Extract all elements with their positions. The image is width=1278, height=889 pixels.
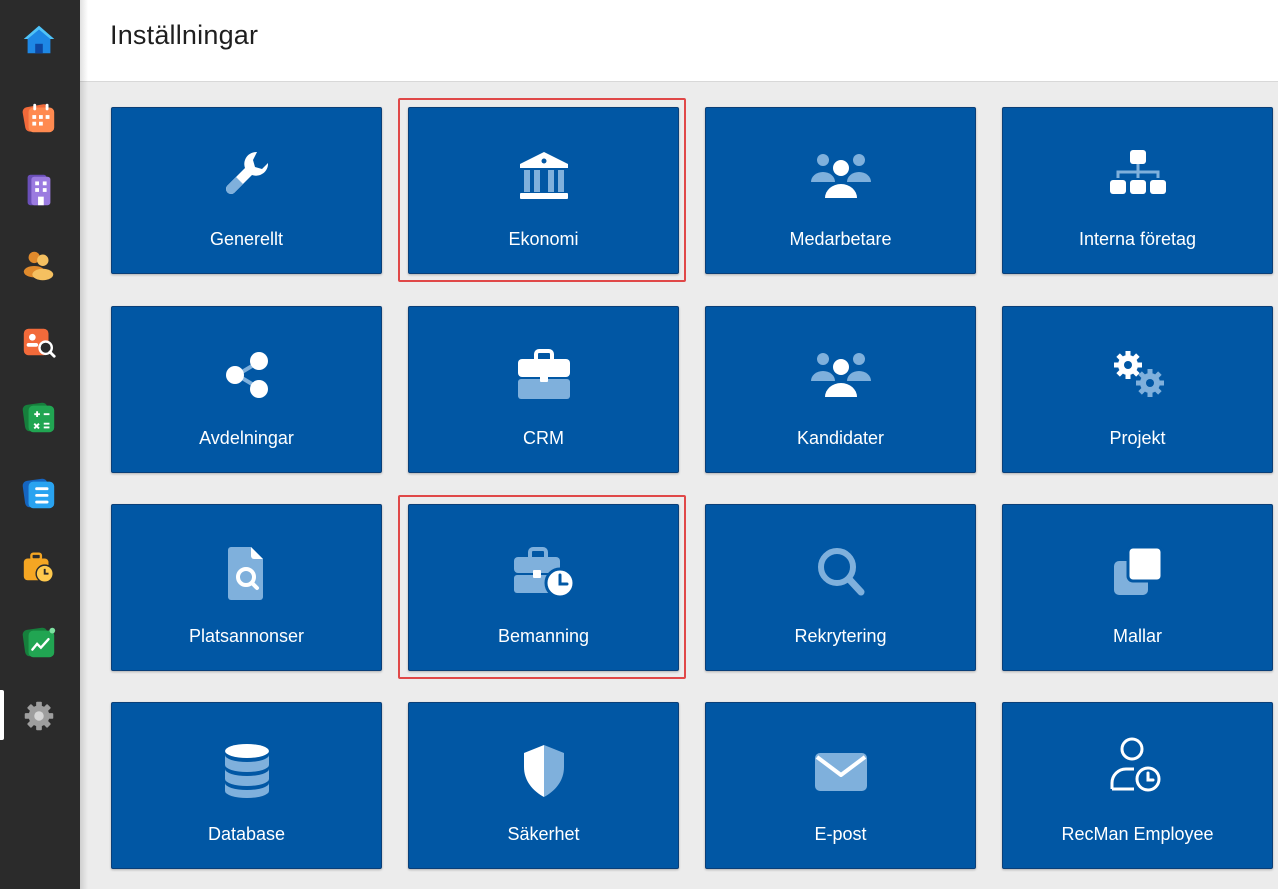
tile-sakerhet[interactable]: Säkerhet: [408, 702, 679, 869]
user-clock-icon: [1110, 737, 1160, 792]
sidebar: [0, 0, 80, 889]
sidebar-item-home[interactable]: [18, 19, 60, 61]
page-header: Inställningar: [80, 0, 1278, 82]
settings-icon: [24, 701, 54, 731]
tile-generellt[interactable]: Generellt: [111, 107, 382, 274]
tile-e-post[interactable]: E-post: [705, 702, 976, 869]
sidebar-shadow: [80, 0, 88, 889]
share-icon: [225, 352, 268, 398]
tile-projekt[interactable]: Projekt: [1002, 306, 1273, 473]
candidate-search-icon: [23, 328, 56, 358]
shield-icon: [523, 745, 564, 797]
tile-label: Säkerhet: [507, 824, 580, 844]
users-icon: [23, 251, 54, 281]
tile-database[interactable]: Database: [111, 702, 382, 869]
sidebar-item-companies[interactable]: [18, 169, 60, 211]
clone-icon: [1113, 545, 1163, 595]
tile-label: Mallar: [1112, 626, 1162, 646]
tile-mallar[interactable]: Mallar: [1002, 504, 1273, 671]
tile-label: CRM: [523, 428, 564, 448]
tile-kandidater[interactable]: Kandidater: [705, 306, 976, 473]
tile-label: Medarbetare: [789, 229, 892, 249]
sidebar-item-contacts[interactable]: [18, 244, 60, 286]
sidebar-item-calendar[interactable]: [18, 96, 60, 138]
page-title: Inställningar: [110, 20, 259, 50]
tile-label: Ekonomi: [508, 229, 579, 249]
tile-label: Rekrytering: [794, 626, 887, 646]
database-icon: [224, 744, 269, 798]
tile-label: Avdelningar: [199, 428, 294, 448]
group-icon: [810, 154, 871, 198]
group-icon: [810, 353, 871, 397]
list-icon: [22, 478, 55, 509]
tile-medarbetare[interactable]: Medarbetare: [705, 107, 976, 274]
sidebar-item-candidates[interactable]: [18, 321, 60, 363]
chart-icon: [22, 627, 56, 658]
tile-label: E-post: [814, 824, 867, 844]
tile-label: Kandidater: [796, 428, 885, 448]
briefcase-clock-icon: [513, 547, 575, 599]
file-search-icon: [227, 547, 263, 600]
home-icon: [23, 25, 55, 54]
briefcase-clock-icon: [23, 552, 54, 583]
tile-label: Generellt: [209, 229, 284, 249]
sidebar-item-reports[interactable]: [18, 621, 60, 663]
calculator-icon: [22, 402, 55, 433]
sitemap-icon: [1109, 150, 1166, 194]
tile-ekonomi[interactable]: Ekonomi: [408, 107, 679, 274]
tile-label: Bemanning: [497, 626, 590, 646]
envelope-icon: [814, 753, 867, 791]
tile-recman-employee[interactable]: RecMan Employee: [1002, 702, 1273, 869]
gears-icon: [1113, 351, 1164, 397]
sidebar-item-staffing[interactable]: [18, 546, 60, 588]
building-icon: [27, 174, 51, 206]
tile-label: Interna företag: [1078, 229, 1197, 249]
magnifier-icon: [817, 548, 864, 596]
sidebar-item-economy[interactable]: [18, 396, 60, 438]
sidebar-item-settings[interactable]: [18, 694, 60, 736]
tile-label: Projekt: [1109, 428, 1166, 448]
tile-label: RecMan Employee: [1061, 824, 1214, 844]
tile-bemanning[interactable]: Bemanning: [408, 504, 679, 671]
tile-rekrytering[interactable]: Rekrytering: [705, 504, 976, 671]
tile-label: Platsannonser: [188, 626, 305, 646]
tile-crm[interactable]: CRM: [408, 306, 679, 473]
wrench-icon: [225, 151, 268, 195]
tile-label: Database: [207, 824, 286, 844]
sidebar-item-lists[interactable]: [18, 472, 60, 514]
briefcase-icon: [517, 349, 570, 399]
calendar-icon: [22, 103, 55, 133]
tile-avdelningar[interactable]: Avdelningar: [111, 306, 382, 473]
bank-icon: [519, 152, 568, 199]
tile-platsannonser[interactable]: Platsannonser: [111, 504, 382, 671]
sidebar-active-marker: [0, 690, 4, 740]
tile-interna-foretag[interactable]: Interna företag: [1002, 107, 1273, 274]
